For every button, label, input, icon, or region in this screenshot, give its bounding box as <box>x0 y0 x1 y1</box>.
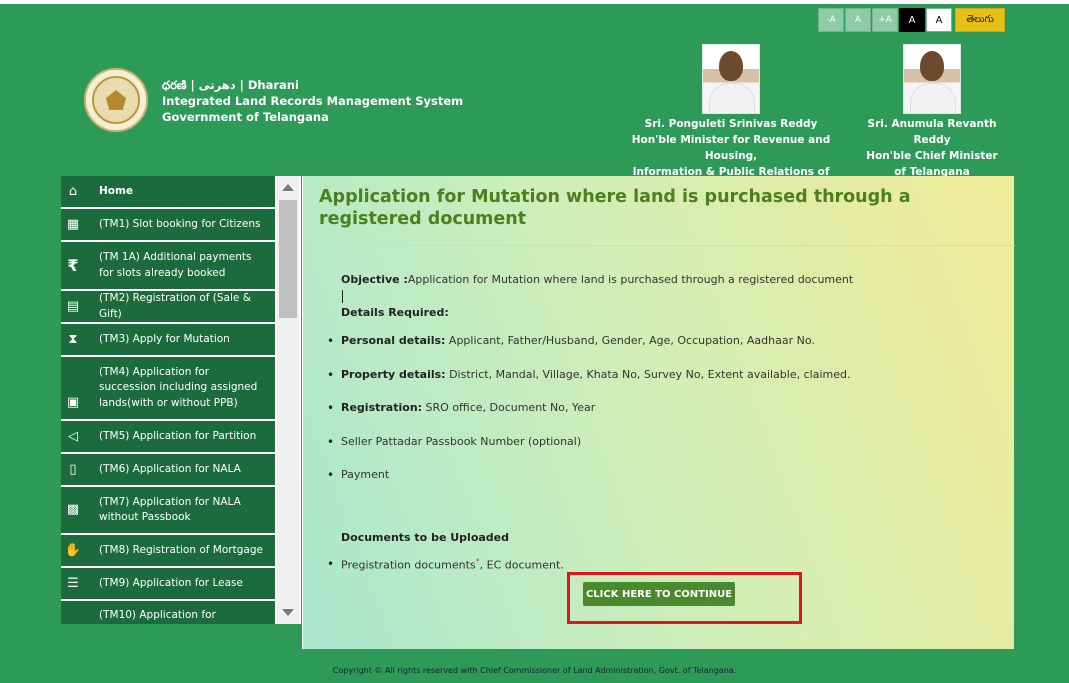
list-item: Registration: SRO office, Document No, Y… <box>327 400 981 416</box>
objective-label: Objective : <box>341 273 408 286</box>
chief-minister: Sri. Anumula Revanth Reddy Hon'ble Chief… <box>852 44 1012 180</box>
light-contrast-button[interactable]: A <box>926 8 952 32</box>
sidebar-item-label: Home <box>99 184 134 197</box>
list-icon: ☰ <box>67 575 79 591</box>
sidebar-item-tm6[interactable]: ▯ (TM6) Application for NALA <box>61 454 275 487</box>
chief-minister-name: Sri. Anumula Revanth Reddy <box>867 118 997 146</box>
sidebar-item-tm1a[interactable]: ₹ (TM 1A) Additional payments for slots … <box>61 242 275 291</box>
font-size-controls: -A A +A A A తెలుగు <box>818 8 1005 32</box>
hourglass-icon: ⧗ <box>68 331 78 347</box>
document-icon: ▤ <box>66 298 80 314</box>
list-item: Seller Pattadar Passbook Number (optiona… <box>327 434 981 450</box>
minister-name: Sri. Ponguleti Srinivas Reddy <box>644 118 818 130</box>
content-body: Objective :Application for Mutation wher… <box>327 272 981 501</box>
brand-block: ధరణి | دھرتی | Dharani Integrated Land R… <box>162 77 463 125</box>
decrease-font-button[interactable]: -A <box>818 8 844 32</box>
page-title: Application for Mutation where land is p… <box>319 187 911 229</box>
sidebar-item-label: (TM9) Application for Lease <box>99 576 243 589</box>
sidebar-item-label: (TM7) Application for NALA without Passb… <box>99 495 241 524</box>
sidebar-item-label: (TM4) Application for succession includi… <box>99 365 258 409</box>
brand-title: ధరణి | دھرتی | Dharani <box>162 78 299 92</box>
brand-government: Government of Telangana <box>162 110 329 124</box>
sidebar-item-tm8[interactable]: ✋ (TM8) Registration of Mortgage <box>61 535 275 568</box>
page-icon: ▯ <box>69 461 77 477</box>
dark-contrast-button[interactable]: A <box>899 8 925 32</box>
sidebar-item-tm1[interactable]: ▦ (TM1) Slot booking for Citizens <box>61 209 275 242</box>
sidebar-item-tm4[interactable]: ▣ (TM4) Application for succession inclu… <box>61 357 275 421</box>
detail-label: Personal details: <box>341 334 446 347</box>
rupee-icon: ₹ <box>67 255 79 275</box>
chief-minister-title: Hon'ble Chief Minister <box>866 150 998 162</box>
chief-minister-photo <box>903 44 961 114</box>
partition-icon: ◁ <box>68 428 78 444</box>
sidebar-item-tm5[interactable]: ◁ (TM5) Application for Partition <box>61 421 275 454</box>
minister-title: Hon'ble Minister for Revenue and Housing… <box>631 134 831 162</box>
sidebar-item-label: (TM3) Apply for Mutation <box>99 332 230 345</box>
telangana-emblem-logo <box>84 68 148 132</box>
detail-text: District, Mandal, Village, Khata No, Sur… <box>445 367 851 381</box>
minister-revenue: Sri. Ponguleti Srinivas Reddy Hon'ble Mi… <box>612 44 850 196</box>
footer-copyright: Copyright © All rights reserved with Chi… <box>332 666 737 675</box>
sidebar-scrollbar[interactable] <box>277 176 299 624</box>
documents-item: Pregistration documents*, EC document. <box>327 557 564 572</box>
sidebar-item-label: (TM 1A) Additional payments for slots al… <box>99 251 252 279</box>
file-icon: ▣ <box>66 395 80 411</box>
sidebar-item-tm9[interactable]: ☰ (TM9) Application for Lease <box>61 568 275 601</box>
continue-button[interactable]: CLICK HERE TO CONTINUE <box>583 582 735 606</box>
main-content: Application for Mutation where land is p… <box>302 176 1015 649</box>
sidebar-item-home[interactable]: ⌂ Home <box>61 176 275 209</box>
details-list: Personal details: Applicant, Father/Husb… <box>327 333 981 483</box>
menu-list: ⌂ Home ▦ (TM1) Slot booking for Citizens… <box>61 176 275 624</box>
documents-text: Pregistration documents <box>341 558 476 572</box>
page: -A A +A A A తెలుగు ధరణి | دھرتی | Dharan… <box>0 4 1069 683</box>
passbook-icon: ▩ <box>66 502 80 518</box>
detail-text: Payment <box>341 468 390 481</box>
sidebar-item-label: (TM6) Application for NALA <box>99 462 241 475</box>
title-divider <box>303 245 1015 246</box>
home-icon: ⌂ <box>68 183 78 199</box>
scrollbar-thumb[interactable] <box>279 200 297 318</box>
scroll-up-arrow-icon[interactable] <box>282 184 294 191</box>
detail-text: Seller Pattadar Passbook Number (optiona… <box>341 434 582 448</box>
sidebar-item-tm3[interactable]: ⧗ (TM3) Apply for Mutation <box>61 324 275 357</box>
sidebar-item-label: (TM5) Application for Partition <box>99 429 257 442</box>
list-item: Property details: District, Mandal, Vill… <box>327 367 981 383</box>
sidebar-item-label: (TM8) Registration of Mortgage <box>99 543 263 556</box>
documents-text-cont: , EC document. <box>479 558 564 572</box>
detail-text: SRO office, Document No, Year <box>422 401 596 414</box>
sidebar-menu: ⌂ Home ▦ (TM1) Slot booking for Citizens… <box>61 176 301 624</box>
brand-subtitle: Integrated Land Records Management Syste… <box>162 94 464 108</box>
hand-icon: ✋ <box>64 542 82 558</box>
details-heading: Details Required: <box>341 306 449 319</box>
objective-text: Application for Mutation where land is p… <box>407 273 854 286</box>
telugu-language-button[interactable]: తెలుగు <box>955 8 1005 32</box>
detail-label: Property details: <box>341 367 446 381</box>
sidebar-item-label: (TM2) Registration of (Sale & Gift) <box>99 292 251 320</box>
qr-icon: ▦ <box>66 216 80 232</box>
sidebar-item-tm7[interactable]: ▩ (TM7) Application for NALA without Pas… <box>61 487 275 535</box>
sidebar-item-label: (TM1) Slot booking for Citizens <box>99 217 261 230</box>
default-font-button[interactable]: A <box>845 8 871 32</box>
sidebar-item-label: (TM10) Application for <box>99 609 216 621</box>
sidebar-item-tm10[interactable]: (TM10) Application for <box>61 601 275 624</box>
list-item: Personal details: Applicant, Father/Husb… <box>327 333 981 349</box>
text-cursor <box>342 290 343 303</box>
objective: Objective :Application for Mutation wher… <box>341 272 981 288</box>
minister-photo <box>702 44 760 114</box>
scroll-down-arrow-icon[interactable] <box>282 609 294 616</box>
increase-font-button[interactable]: +A <box>872 8 898 32</box>
list-item: Payment <box>327 467 981 483</box>
doc-icon <box>65 608 81 624</box>
detail-label: Registration: <box>341 401 423 414</box>
documents-heading: Documents to be Uploaded <box>341 531 510 544</box>
detail-text: Applicant, Father/Husband, Gender, Age, … <box>445 334 815 347</box>
sidebar-item-tm2[interactable]: ▤ (TM2) Registration of (Sale & Gift) <box>61 291 275 324</box>
